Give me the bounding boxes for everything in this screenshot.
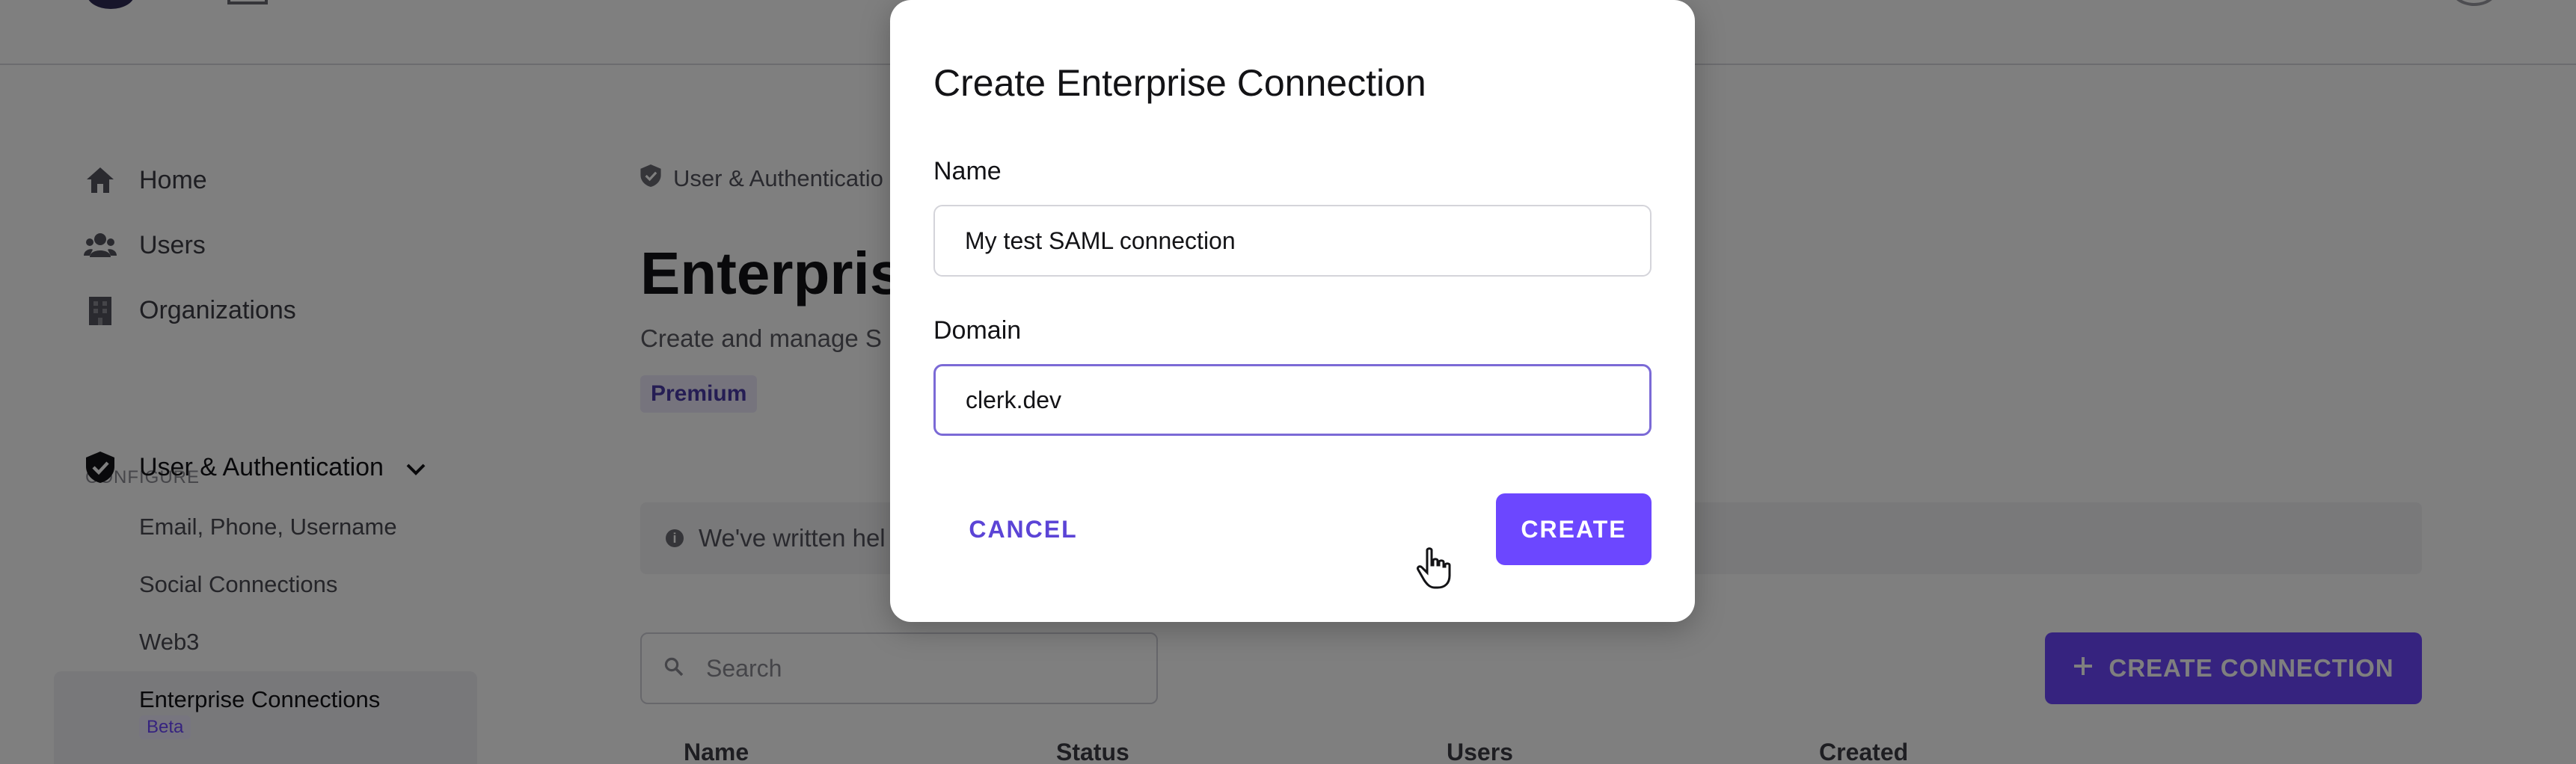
- domain-input[interactable]: [933, 364, 1652, 436]
- create-enterprise-connection-dialog: Create Enterprise Connection Name Domain…: [890, 0, 1695, 622]
- modal-title: Create Enterprise Connection: [933, 62, 1426, 104]
- name-label: Name: [933, 157, 1002, 185]
- name-input[interactable]: [933, 205, 1652, 277]
- hand-cursor-icon: [1417, 547, 1451, 589]
- domain-label: Domain: [933, 316, 1022, 345]
- create-button[interactable]: CREATE: [1496, 493, 1652, 565]
- cancel-button[interactable]: CANCEL: [933, 493, 1113, 565]
